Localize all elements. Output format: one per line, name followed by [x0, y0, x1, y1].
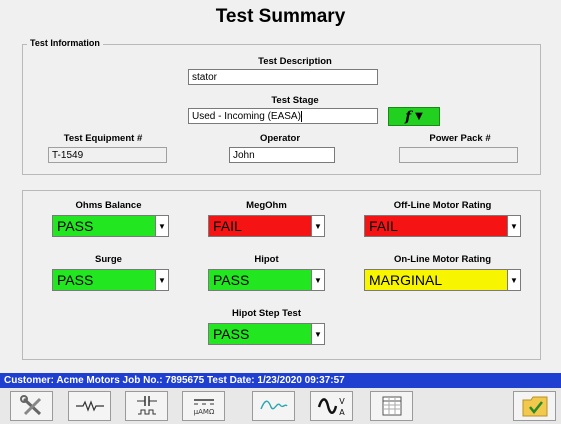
triangle-down-icon: ▼	[415, 111, 423, 122]
operator-label: Operator	[259, 133, 301, 144]
megohm-label: MegOhm	[246, 200, 287, 211]
chevron-down-icon[interactable]: ▼	[311, 216, 324, 236]
function-dropdown-button[interactable]: f ▼	[388, 107, 440, 126]
test-stage-label: Test Stage	[271, 95, 319, 106]
ac-voltage-icon: V A	[317, 397, 345, 417]
test-stage-field[interactable]: Used - Incoming (EASA)	[188, 108, 378, 124]
offline-rating-select[interactable]: FAIL ▼	[364, 215, 521, 237]
test-equipment-label: Test Equipment #	[63, 133, 143, 144]
test-description-field[interactable]: stator	[188, 69, 378, 85]
resistance-test-button[interactable]	[68, 391, 111, 421]
data-table-button[interactable]	[370, 391, 413, 421]
chevron-down-icon[interactable]: ▼	[155, 270, 168, 290]
svg-text:μAMΩ: μAMΩ	[193, 408, 214, 416]
dc-meter-icon: μAMΩ	[193, 399, 214, 416]
test-information-legend: Test Information	[27, 38, 103, 48]
offline-rating-label: Off-Line Motor Rating	[393, 200, 492, 211]
hipot-label: Hipot	[254, 254, 279, 265]
page-title: Test Summary	[215, 6, 346, 27]
surge-select[interactable]: PASS ▼	[52, 269, 169, 291]
waveform-button[interactable]	[252, 391, 295, 421]
power-pack-label: Power Pack #	[429, 133, 491, 144]
chevron-down-icon[interactable]: ▼	[311, 270, 324, 290]
ohms-balance-label: Ohms Balance	[75, 200, 142, 211]
capacitance-test-button[interactable]	[125, 391, 168, 421]
hipot-step-value: PASS	[213, 326, 250, 342]
surge-label: Surge	[95, 254, 122, 265]
test-description-label: Test Description	[258, 56, 332, 67]
function-icon: f	[405, 108, 412, 125]
resistor-icon	[75, 400, 104, 412]
chevron-down-icon[interactable]: ▼	[507, 216, 520, 236]
tools-icon	[19, 395, 41, 416]
chevron-down-icon[interactable]: ▼	[311, 324, 324, 344]
online-rating-value: MARGINAL	[369, 272, 443, 288]
hipot-step-label: Hipot Step Test	[232, 308, 301, 319]
waveform-icon	[259, 400, 288, 410]
surge-value: PASS	[57, 272, 94, 288]
test-stage-value: Used - Incoming (EASA)	[192, 111, 301, 122]
ohms-balance-select[interactable]: PASS ▼	[52, 215, 169, 237]
hipot-select[interactable]: PASS ▼	[208, 269, 325, 291]
hipot-value: PASS	[213, 272, 250, 288]
ohms-balance-value: PASS	[57, 218, 94, 234]
text-cursor	[300, 111, 302, 122]
offline-rating-value: FAIL	[369, 218, 398, 234]
tools-button[interactable]	[10, 391, 53, 421]
hipot-step-select[interactable]: PASS ▼	[208, 323, 325, 345]
power-pack-field[interactable]	[399, 147, 518, 163]
test-equipment-field[interactable]: T-1549	[48, 147, 167, 163]
capacitor-icon	[136, 396, 157, 415]
dc-measurement-button[interactable]: μAMΩ	[182, 391, 225, 421]
chevron-down-icon[interactable]: ▼	[155, 216, 168, 236]
operator-field[interactable]: John	[229, 147, 335, 163]
online-rating-select[interactable]: MARGINAL ▼	[364, 269, 521, 291]
save-complete-button[interactable]	[513, 391, 556, 421]
checkmark-folder-icon	[522, 396, 547, 417]
table-icon	[382, 396, 401, 416]
megohm-value: FAIL	[213, 218, 242, 234]
svg-text:A: A	[339, 408, 345, 417]
megohm-select[interactable]: FAIL ▼	[208, 215, 325, 237]
svg-text:V: V	[339, 397, 345, 406]
chevron-down-icon[interactable]: ▼	[507, 270, 520, 290]
bottom-toolbar: μAMΩ V A	[0, 388, 561, 424]
job-status-bar: Customer: Acme Motors Job No.: 7895675 T…	[0, 373, 561, 388]
online-rating-label: On-Line Motor Rating	[393, 254, 492, 265]
ac-voltage-button[interactable]: V A	[310, 391, 353, 421]
